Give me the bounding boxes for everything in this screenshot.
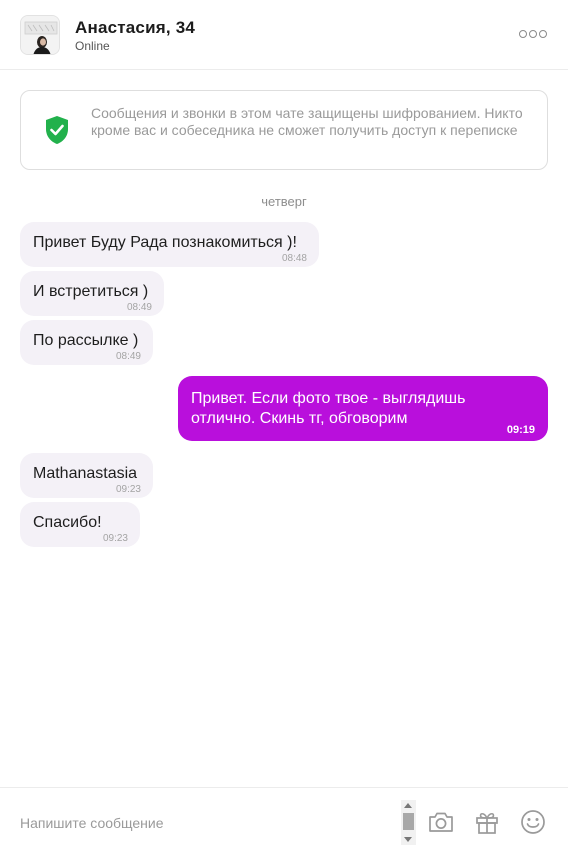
message-incoming[interactable]: И встретиться ) 08:49: [20, 271, 164, 316]
avatar[interactable]: [20, 15, 60, 55]
message-time: 09:19: [506, 424, 535, 436]
message-text: Привет. Если фото твое - выглядишь отлич…: [191, 390, 466, 427]
shield-check-icon: [46, 116, 68, 144]
message-input[interactable]: [20, 808, 380, 838]
more-dots-icon[interactable]: [519, 27, 547, 41]
contact-status: Online: [75, 39, 110, 53]
message-time: 09:23: [102, 533, 128, 544]
message-text: По рассылке ): [33, 332, 139, 349]
message-time: 08:49: [126, 302, 152, 313]
message-text: Привет Буду Рада познакомиться )!: [33, 234, 297, 251]
gift-icon[interactable]: [473, 808, 501, 836]
scroll-thumb[interactable]: [403, 813, 414, 830]
message-time: 08:49: [115, 351, 141, 362]
scroll-up-icon[interactable]: [404, 803, 412, 808]
message-text: И встретиться ): [33, 283, 149, 300]
day-separator: четверг: [261, 194, 307, 209]
contact-name: Анастасия, 34: [75, 18, 196, 37]
message-text: Спасибо!: [33, 514, 102, 531]
encryption-notice-text: Сообщения и звонки в этом чате защищены …: [91, 105, 523, 138]
chat-header: Анастасия, 34 Online: [0, 0, 568, 70]
message-incoming[interactable]: Спасибо! 09:23: [20, 502, 140, 547]
message-incoming[interactable]: Mathanastasia 09:23: [20, 453, 153, 498]
camera-icon[interactable]: [427, 808, 455, 836]
input-scrollbar[interactable]: [401, 800, 416, 845]
scroll-down-icon[interactable]: [404, 837, 412, 842]
message-time: 08:48: [281, 253, 307, 264]
profile-photo: [21, 16, 59, 54]
message-incoming[interactable]: Привет Буду Рада познакомиться )! 08:48: [20, 222, 319, 267]
smiley-icon[interactable]: [519, 808, 547, 836]
message-time: 09:23: [115, 484, 141, 495]
message-incoming[interactable]: По рассылке ) 08:49: [20, 320, 153, 365]
message-outgoing[interactable]: Привет. Если фото твое - выглядишь отлич…: [178, 376, 548, 441]
encryption-notice: Сообщения и звонки в этом чате защищены …: [20, 90, 548, 170]
message-composer: [0, 787, 568, 855]
message-text: Mathanastasia: [33, 465, 138, 482]
